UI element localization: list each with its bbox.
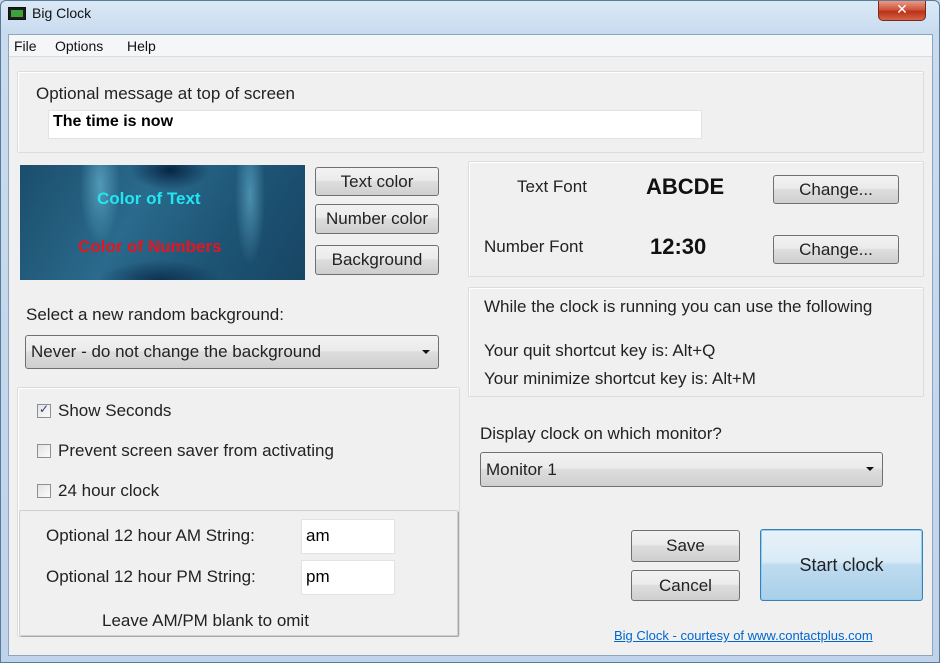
pm-string-input[interactable]: pm [301, 560, 395, 595]
hour24-checkbox[interactable] [37, 484, 51, 498]
background-button[interactable]: Background [315, 245, 439, 275]
ampm-note: Leave AM/PM blank to omit [102, 611, 309, 630]
text-font-label: Text Font [517, 177, 587, 196]
show-seconds-checkbox[interactable] [37, 402, 51, 418]
close-icon: ✕ [896, 2, 908, 18]
prevent-screensaver-checkbox[interactable] [37, 444, 51, 458]
prevent-screensaver-label[interactable]: Prevent screen saver from activating [58, 441, 334, 461]
hour24-label[interactable]: 24 hour clock [58, 481, 159, 501]
message-input[interactable]: The time is now [48, 110, 702, 139]
number-color-button[interactable]: Number color [315, 204, 439, 234]
app-window: Big Clock ✕ File Options Help Optional m… [0, 0, 940, 663]
monitor-select-value: Monitor 1 [486, 460, 557, 479]
save-button[interactable]: Save [631, 530, 740, 562]
text-color-button[interactable]: Text color [315, 167, 439, 196]
change-number-font-button[interactable]: Change... [773, 235, 899, 264]
number-color-sample: Color of Numbers [78, 237, 222, 256]
options-group: Show Seconds Prevent screen saver from a… [17, 387, 460, 637]
change-text-font-button[interactable]: Change... [773, 175, 899, 204]
menu-bar: File Options Help [9, 35, 932, 57]
fonts-group: Text Font ABCDE Change... Number Font 12… [468, 161, 924, 277]
close-button[interactable]: ✕ [878, 1, 926, 21]
ampm-group: Optional 12 hour AM String: am Optional … [19, 510, 458, 636]
number-font-sample: 12:30 [650, 234, 707, 259]
pm-string-label: Optional 12 hour PM String: [46, 567, 256, 586]
menu-help[interactable]: Help [127, 38, 156, 54]
minimize-shortcut-text: Your minimize shortcut key is: Alt+M [484, 369, 756, 388]
number-font-label: Number Font [484, 237, 584, 256]
chevron-down-icon [866, 467, 874, 471]
client-area: File Options Help Optional message at to… [8, 34, 933, 656]
monitor-select[interactable]: Monitor 1 [480, 452, 883, 487]
text-color-sample: Color of Text [97, 189, 201, 208]
background-select[interactable]: Never - do not change the background [25, 335, 439, 369]
chevron-down-icon [422, 350, 430, 354]
contactplus-link[interactable]: Big Clock - courtesy of www.contactplus.… [614, 628, 873, 643]
menu-options[interactable]: Options [55, 38, 103, 54]
background-select-label: Select a new random background: [26, 305, 284, 324]
window-title: Big Clock [32, 5, 92, 21]
background-select-value: Never - do not change the background [31, 342, 322, 361]
text-font-sample: ABCDE [646, 174, 725, 199]
message-label: Optional message at top of screen [36, 84, 295, 103]
menu-file[interactable]: File [14, 38, 37, 54]
clock-app-icon [8, 7, 26, 20]
am-string-label: Optional 12 hour AM String: [46, 526, 255, 545]
title-bar: Big Clock ✕ [1, 1, 939, 31]
show-seconds-label[interactable]: Show Seconds [58, 401, 171, 421]
shortcuts-intro: While the clock is running you can use t… [484, 297, 873, 316]
monitor-select-label: Display clock on which monitor? [480, 424, 722, 443]
start-clock-button[interactable]: Start clock [760, 529, 923, 601]
color-preview: Color of Text Color of Numbers [20, 165, 305, 280]
shortcuts-group: While the clock is running you can use t… [468, 287, 924, 397]
cancel-button[interactable]: Cancel [631, 570, 740, 601]
am-string-input[interactable]: am [301, 519, 395, 554]
quit-shortcut-text: Your quit shortcut key is: Alt+Q [484, 341, 716, 360]
message-group: Optional message at top of screen The ti… [17, 71, 924, 153]
